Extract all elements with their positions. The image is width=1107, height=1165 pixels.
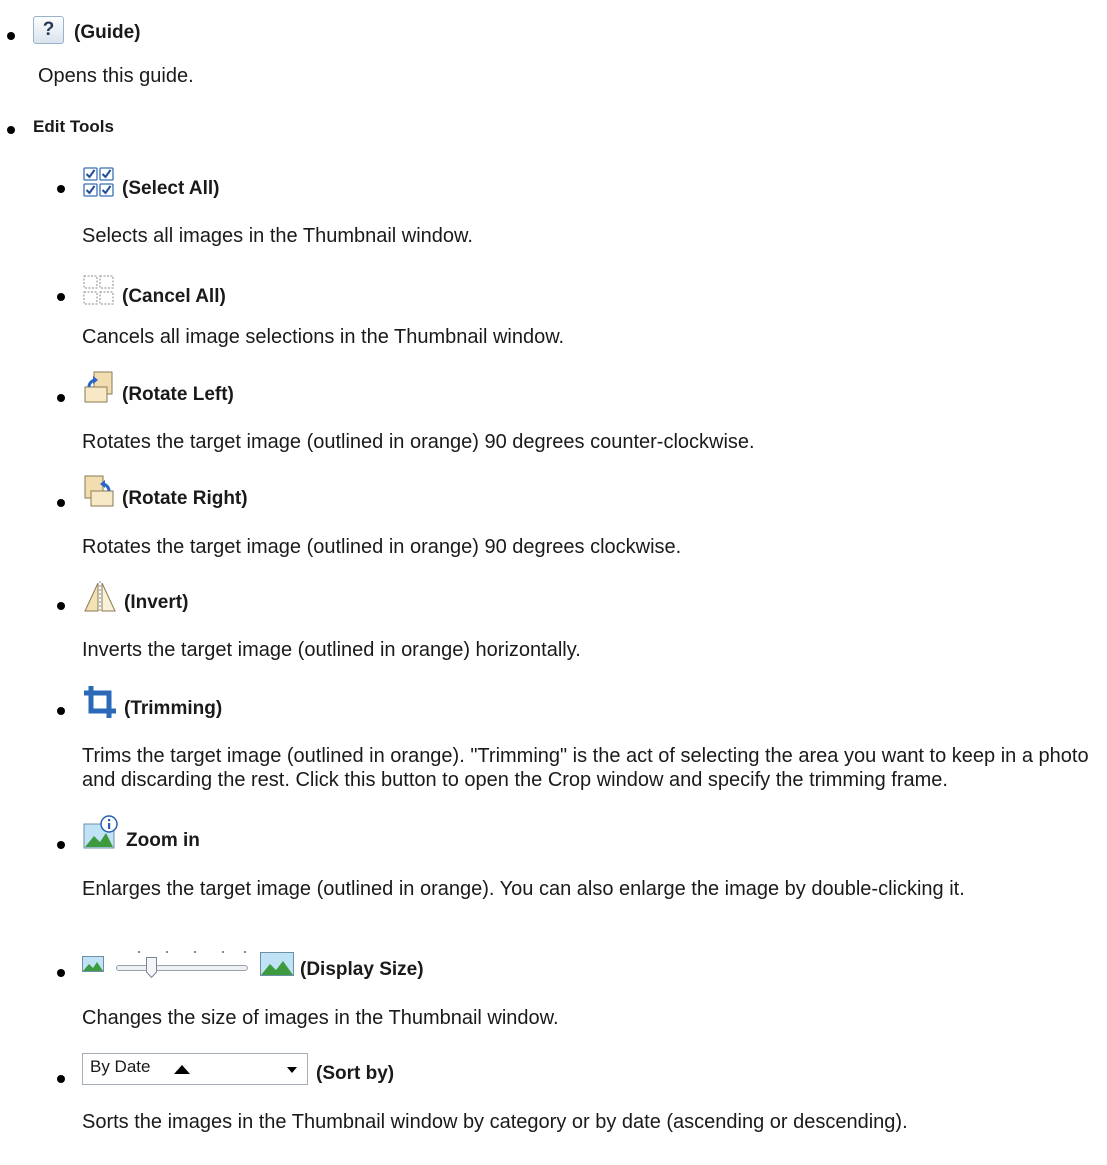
cancel-all-label: (Cancel All) xyxy=(122,286,226,307)
cancel-all-icon[interactable] xyxy=(82,274,116,308)
rotate-right-label: (Rotate Right) xyxy=(122,488,248,509)
bullet xyxy=(57,293,65,301)
rotate-left-label: (Rotate Left) xyxy=(122,384,234,405)
bullet xyxy=(57,707,65,715)
bullet xyxy=(57,499,65,507)
bullet xyxy=(57,841,65,849)
display-size-label: (Display Size) xyxy=(300,959,424,980)
small-image-icon xyxy=(82,956,104,972)
slider-track[interactable] xyxy=(116,965,248,971)
trimming-description: Trims the target image (outlined in oran… xyxy=(82,745,1089,791)
trimming-icon[interactable] xyxy=(82,684,118,720)
help-icon[interactable]: ? xyxy=(33,16,64,44)
sort-by-description: Sorts the images in the Thumbnail window… xyxy=(82,1111,908,1133)
invert-description: Inverts the target image (outlined in or… xyxy=(82,639,581,661)
sort-by-label: (Sort by) xyxy=(316,1063,395,1084)
bullet xyxy=(57,602,65,610)
rotate-right-icon[interactable] xyxy=(82,474,116,510)
bullet xyxy=(7,126,15,134)
zoom-in-icon[interactable] xyxy=(82,814,120,852)
rotate-left-description: Rotates the target image (outlined in or… xyxy=(82,431,755,453)
select-all-description: Selects all images in the Thumbnail wind… xyxy=(82,225,473,247)
ascending-arrow-icon xyxy=(174,1065,190,1074)
invert-icon[interactable] xyxy=(82,580,118,614)
zoom-in-label: Zoom in xyxy=(126,830,200,851)
select-all-label: (Select All) xyxy=(122,178,220,199)
select-all-icon[interactable] xyxy=(82,166,116,200)
guide-description: Opens this guide. xyxy=(38,65,194,87)
trimming-label: (Trimming) xyxy=(124,698,223,719)
bullet xyxy=(57,1075,65,1083)
rotate-left-icon[interactable] xyxy=(82,370,116,406)
large-image-icon xyxy=(260,952,294,976)
bullet xyxy=(57,185,65,193)
sort-dropdown[interactable]: By Date xyxy=(82,1053,308,1085)
bullet xyxy=(57,394,65,402)
bullet xyxy=(7,32,15,40)
slider-thumb[interactable] xyxy=(146,957,158,978)
guide-label: (Guide) xyxy=(74,22,141,43)
sort-dropdown-value: By Date xyxy=(90,1057,151,1076)
zoom-in-description: Enlarges the target image (outlined in o… xyxy=(82,878,965,900)
invert-label: (Invert) xyxy=(124,592,189,613)
bullet xyxy=(57,969,65,977)
display-size-slider[interactable] xyxy=(82,947,294,981)
edit-tools-heading: Edit Tools xyxy=(33,117,114,136)
rotate-right-description: Rotates the target image (outlined in or… xyxy=(82,536,682,558)
display-size-description: Changes the size of images in the Thumbn… xyxy=(82,1007,559,1029)
cancel-all-description: Cancels all image selections in the Thum… xyxy=(82,326,565,348)
chevron-down-icon[interactable] xyxy=(287,1067,297,1073)
